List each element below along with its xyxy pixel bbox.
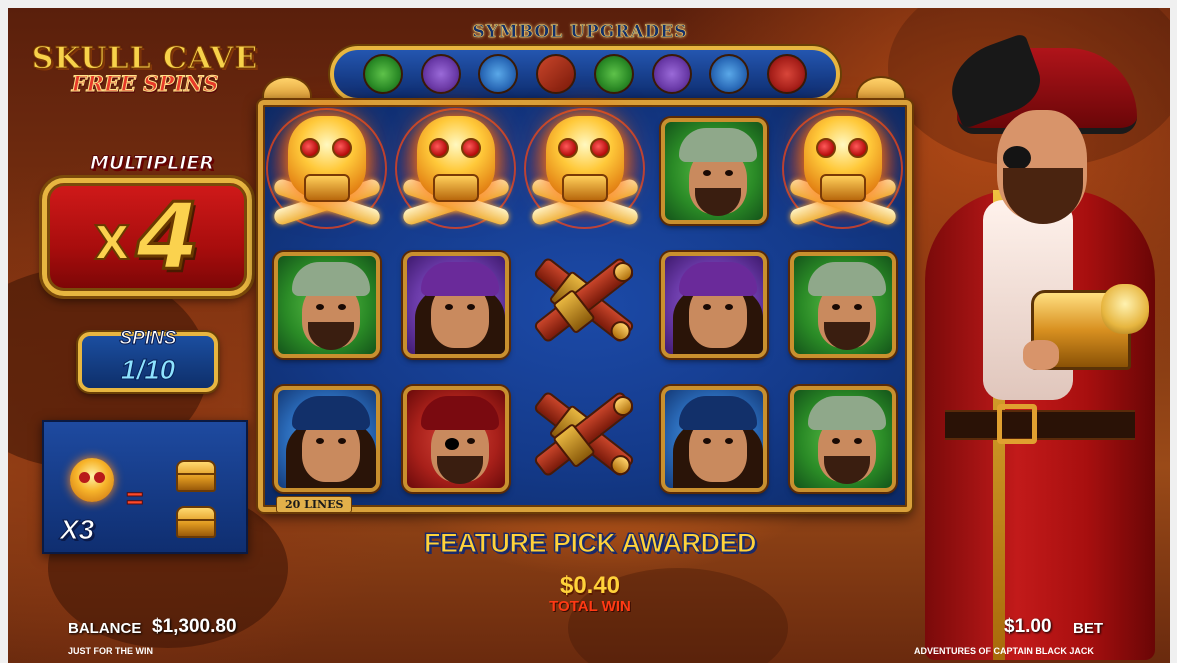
blue-pirate-icon (709, 54, 750, 94)
green-pirate-icon (362, 54, 403, 94)
reel-symbol-blue-pirate (262, 372, 391, 506)
multiplier-panel: X 4 (42, 178, 252, 296)
spins-value: 1/10 (120, 354, 176, 386)
reel-symbol-skull (391, 104, 520, 238)
captain-icon (767, 54, 808, 94)
reel-symbol-skull (262, 104, 391, 238)
purple-pirate-icon (651, 54, 692, 94)
symbol-upgrades-title: SYMBOL UPGRADES (472, 22, 688, 43)
reel-symbol-captain (391, 372, 520, 506)
reel-symbol-purple-pirate (391, 238, 520, 372)
balance-label: BALANCE (68, 620, 142, 637)
collect-equals: = (126, 482, 145, 516)
skull-collect-panel: X3 = (42, 420, 248, 554)
multiplier-label: MULTIPLIER (89, 152, 215, 175)
right-caption: ADVENTURES OF CAPTAIN BLACK JACK (914, 646, 1094, 656)
multiplier-value: 4 (134, 183, 201, 290)
balance-value: $1,300.80 (152, 616, 237, 637)
total-win-label: TOTAL WIN (549, 598, 631, 615)
captain-character (905, 32, 1162, 660)
green-pirate-icon (593, 54, 634, 94)
reel-symbol-pistols (520, 238, 649, 372)
reel-symbol-skull (778, 104, 907, 238)
spins-counter: SPINS 1/10 (78, 328, 218, 392)
reel-symbol-green-pirate (649, 104, 778, 238)
reel-symbol-pistols (520, 372, 649, 506)
treasure-chest-icon (176, 506, 216, 538)
bet-label: BET (1073, 620, 1103, 637)
gold-skull-icon (70, 458, 114, 502)
purple-pirate-icon (420, 54, 461, 94)
treasure-chest-icon (176, 460, 216, 492)
bet-value[interactable]: $1.00 (1004, 616, 1052, 638)
reel-symbol-skull (520, 104, 649, 238)
reel-grid (262, 104, 908, 508)
blue-pirate-icon (478, 54, 519, 94)
game-logo: SKULL CAVE FREE SPINS (30, 41, 260, 96)
multiplier-prefix: X (93, 215, 130, 271)
paylines-label: 20 LINES (276, 496, 353, 513)
reel-symbol-green-pirate (262, 238, 391, 372)
symbol-upgrades-bar (330, 46, 840, 102)
pistols-icon (536, 54, 577, 94)
spins-label: SPINS (119, 328, 177, 350)
total-win-amount: $0.40 (559, 572, 621, 599)
collect-count: X3 (59, 514, 95, 546)
reel-symbol-green-pirate (778, 372, 907, 506)
reel-symbol-green-pirate (778, 238, 907, 372)
feature-message: FEATURE PICK AWARDED (423, 528, 757, 559)
reel-symbol-purple-pirate (649, 238, 778, 372)
left-caption: JUST FOR THE WIN (68, 646, 153, 656)
gold-skull-icon (1101, 284, 1149, 334)
reel-symbol-blue-pirate (649, 372, 778, 506)
